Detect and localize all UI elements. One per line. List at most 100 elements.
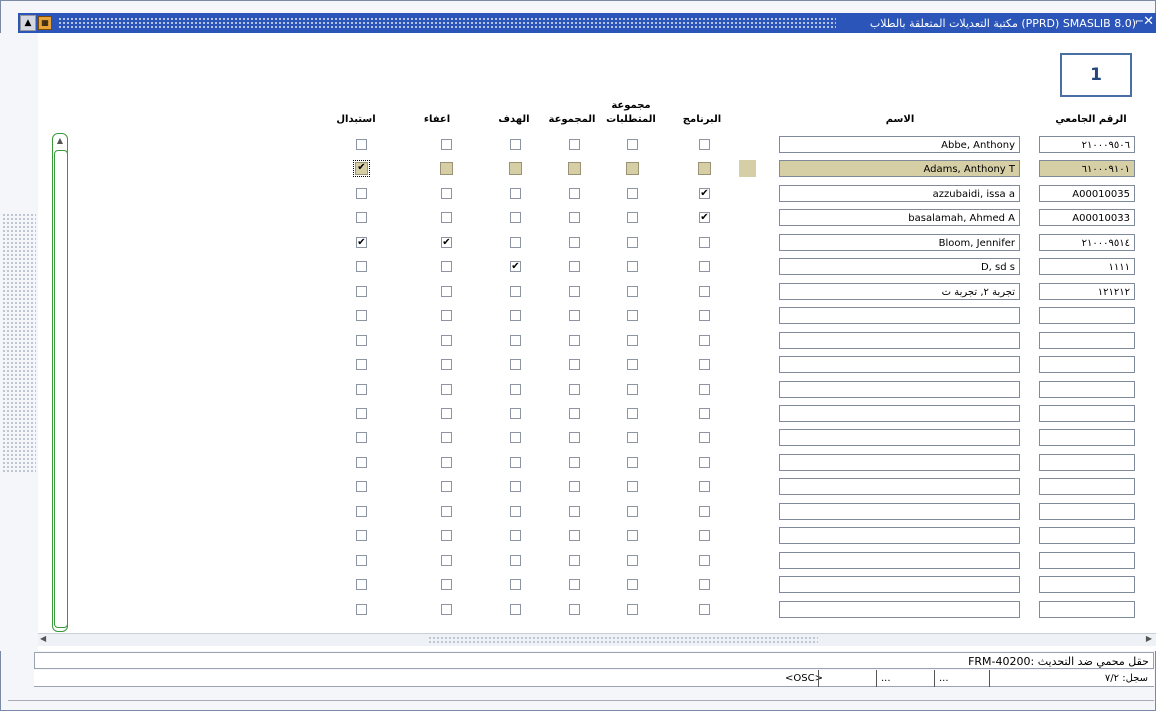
req-group-checkbox[interactable] xyxy=(627,237,638,248)
student-name-field[interactable]: basalamah, Ahmed A xyxy=(779,209,1020,226)
close-icon[interactable]: ✕ xyxy=(1143,14,1154,29)
target-checkbox[interactable] xyxy=(510,408,521,419)
group-checkbox[interactable] xyxy=(569,359,580,370)
program-checkbox[interactable] xyxy=(699,359,710,370)
program-checkbox[interactable] xyxy=(699,286,710,297)
target-checkbox[interactable] xyxy=(510,506,521,517)
student-id-field[interactable] xyxy=(1039,454,1135,471)
student-name-field[interactable] xyxy=(779,307,1020,324)
student-id-field[interactable] xyxy=(1039,332,1135,349)
student-id-field[interactable] xyxy=(1039,429,1135,446)
req-group-checkbox[interactable] xyxy=(627,261,638,272)
records-scrollbar[interactable]: ▲ xyxy=(52,133,68,632)
student-id-field[interactable]: A00010033 xyxy=(1039,209,1135,226)
substitution-checkbox[interactable] xyxy=(356,530,367,541)
student-id-field[interactable] xyxy=(1039,478,1135,495)
substitution-checkbox[interactable] xyxy=(356,335,367,346)
program-checkbox[interactable] xyxy=(699,237,710,248)
target-checkbox[interactable] xyxy=(510,139,521,150)
substitution-checkbox[interactable] xyxy=(356,555,367,566)
substitution-checkbox[interactable] xyxy=(356,384,367,395)
program-checkbox[interactable] xyxy=(699,432,710,443)
student-name-field[interactable] xyxy=(779,552,1020,569)
program-checkbox[interactable] xyxy=(699,310,710,321)
scroll-left-icon[interactable]: ◀ xyxy=(40,634,46,643)
waiver-checkbox[interactable] xyxy=(441,604,452,615)
target-checkbox[interactable] xyxy=(510,286,521,297)
waiver-checkbox[interactable] xyxy=(441,286,452,297)
waiver-checkbox[interactable] xyxy=(441,310,452,321)
req-group-checkbox[interactable] xyxy=(627,481,638,492)
group-checkbox[interactable] xyxy=(569,579,580,590)
waiver-checkbox[interactable] xyxy=(441,335,452,346)
target-checkbox[interactable] xyxy=(510,579,521,590)
student-id-field[interactable] xyxy=(1039,503,1135,520)
program-checkbox[interactable] xyxy=(699,139,710,150)
req-group-checkbox[interactable] xyxy=(627,408,638,419)
target-checkbox[interactable] xyxy=(510,530,521,541)
student-id-field[interactable] xyxy=(1039,307,1135,324)
req-group-checkbox[interactable] xyxy=(627,604,638,615)
waiver-checkbox[interactable] xyxy=(441,457,452,468)
waiver-checkbox[interactable] xyxy=(441,530,452,541)
student-name-field[interactable] xyxy=(779,503,1020,520)
group-checkbox[interactable] xyxy=(569,310,580,321)
student-name-field[interactable]: تجربة ٢, تجربة ت xyxy=(779,283,1020,300)
group-checkbox[interactable] xyxy=(569,506,580,517)
req-group-checkbox[interactable] xyxy=(627,530,638,541)
target-checkbox[interactable] xyxy=(510,188,521,199)
req-group-checkbox[interactable] xyxy=(627,212,638,223)
target-checkbox[interactable] xyxy=(510,555,521,566)
target-checkbox[interactable] xyxy=(510,335,521,346)
program-checkbox[interactable] xyxy=(699,530,710,541)
target-checkbox[interactable] xyxy=(509,162,522,175)
window-menu-button[interactable]: ▲ xyxy=(20,15,36,31)
group-checkbox[interactable] xyxy=(569,604,580,615)
waiver-checkbox[interactable] xyxy=(441,555,452,566)
substitution-checkbox[interactable] xyxy=(356,286,367,297)
substitution-checkbox[interactable] xyxy=(356,506,367,517)
group-checkbox[interactable] xyxy=(569,432,580,443)
student-name-field[interactable] xyxy=(779,381,1020,398)
substitution-checkbox[interactable] xyxy=(356,481,367,492)
req-group-checkbox[interactable] xyxy=(627,579,638,590)
program-checkbox[interactable] xyxy=(699,579,710,590)
substitution-checkbox[interactable] xyxy=(356,432,367,443)
student-name-field[interactable]: azzubaidi, issa a xyxy=(779,185,1020,202)
substitution-checkbox[interactable] xyxy=(356,408,367,419)
substitution-checkbox[interactable]: ✔ xyxy=(353,160,370,177)
horizontal-scrollbar[interactable]: ◀ ▶ xyxy=(38,633,1156,646)
program-checkbox[interactable]: ✔ xyxy=(699,188,710,199)
req-group-checkbox[interactable] xyxy=(627,359,638,370)
program-checkbox[interactable] xyxy=(699,408,710,419)
student-id-field[interactable]: ٢١٠٠٠٩٥٠٦ xyxy=(1039,136,1135,153)
waiver-checkbox[interactable] xyxy=(441,188,452,199)
student-id-field[interactable]: A00010035 xyxy=(1039,185,1135,202)
waiver-checkbox[interactable] xyxy=(441,432,452,443)
target-checkbox[interactable] xyxy=(510,212,521,223)
scroll-up-icon[interactable]: ▲ xyxy=(53,134,67,148)
target-checkbox[interactable] xyxy=(510,481,521,492)
student-id-field[interactable] xyxy=(1039,405,1135,422)
target-checkbox[interactable] xyxy=(510,359,521,370)
group-checkbox[interactable] xyxy=(569,530,580,541)
group-checkbox[interactable] xyxy=(569,212,580,223)
student-id-field[interactable]: ١١١١ xyxy=(1039,258,1135,275)
student-name-field[interactable] xyxy=(779,478,1020,495)
req-group-checkbox[interactable] xyxy=(627,384,638,395)
substitution-checkbox[interactable] xyxy=(356,139,367,150)
student-name-field[interactable] xyxy=(779,527,1020,544)
student-id-field[interactable] xyxy=(1039,356,1135,373)
waiver-checkbox[interactable]: ✔ xyxy=(441,237,452,248)
group-checkbox[interactable] xyxy=(569,457,580,468)
student-name-field[interactable] xyxy=(779,405,1020,422)
req-group-checkbox[interactable] xyxy=(626,162,639,175)
scroll-thumb[interactable] xyxy=(54,150,68,628)
student-name-field[interactable]: Adams, Anthony T xyxy=(779,160,1020,177)
program-checkbox[interactable] xyxy=(699,335,710,346)
target-checkbox[interactable] xyxy=(510,432,521,443)
scroll-right-icon[interactable]: ▶ xyxy=(1146,634,1152,643)
req-group-checkbox[interactable] xyxy=(627,432,638,443)
group-checkbox[interactable] xyxy=(569,188,580,199)
program-checkbox[interactable] xyxy=(699,481,710,492)
